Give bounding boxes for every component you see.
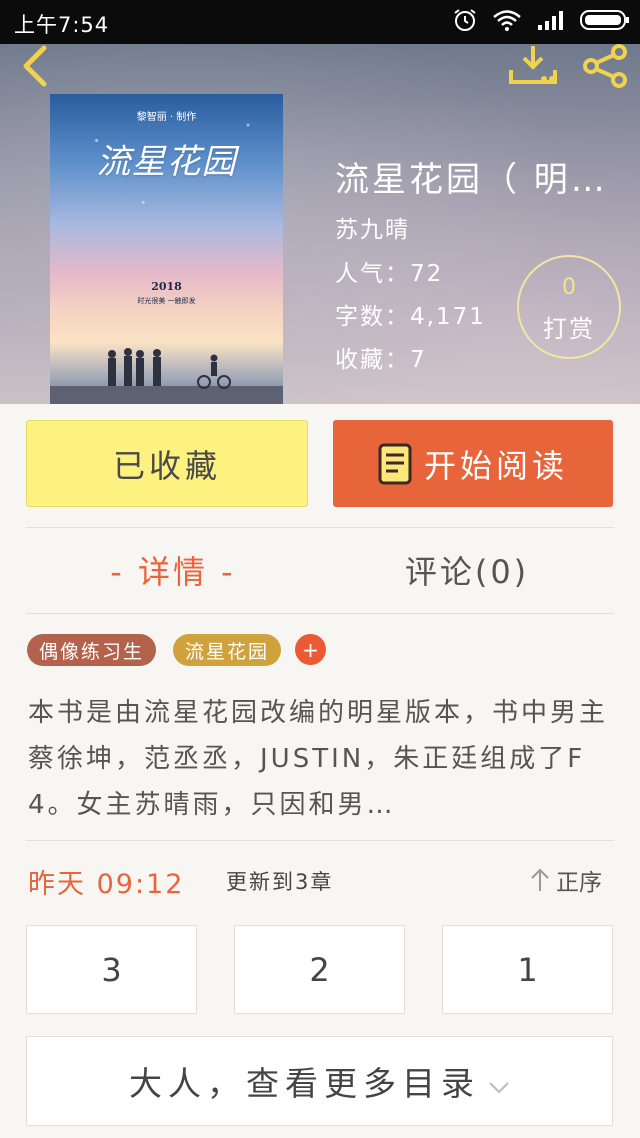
add-tag-button[interactable]: + <box>295 634 326 665</box>
book-icon <box>378 443 412 484</box>
tab-comments[interactable]: 评论(0) <box>320 540 614 600</box>
share-icon <box>583 44 627 88</box>
tab-detail-label: - 详情 - <box>110 553 236 591</box>
cover-tagline: 时光很美 一触即发 <box>137 297 196 305</box>
tab-detail[interactable]: - 详情 - <box>26 540 320 600</box>
back-button[interactable] <box>16 44 56 88</box>
sort-order-button[interactable]: 正序 <box>530 862 602 898</box>
start-reading-button[interactable]: 开始阅读 <box>333 420 613 507</box>
divider <box>26 613 614 614</box>
alarm-icon <box>452 7 478 37</box>
tip-count: 0 <box>562 275 576 300</box>
tip-button[interactable]: 0 打赏 <box>517 255 621 359</box>
start-reading-label: 开始阅读 <box>423 446 568 485</box>
book-header: 黎智丽 · 制作 流星花园 2018 时光很美 一触即发 流星花园（ 明… 苏九… <box>0 44 640 404</box>
tag-item[interactable]: 流星花园 <box>173 634 282 666</box>
tab-comments-label: 评论(0) <box>404 553 530 591</box>
collected-label: 已收藏 <box>112 446 221 485</box>
wifi-icon <box>492 8 522 36</box>
battery-icon <box>580 9 630 35</box>
chevron-left-icon <box>23 45 47 87</box>
cover-subtitle: 黎智丽 · 制作 <box>136 112 197 123</box>
book-author[interactable]: 苏九晴 <box>335 210 410 244</box>
cover-silhouettes <box>50 348 283 404</box>
status-time: 上午7:54 <box>14 13 110 37</box>
tag-item[interactable]: 偶像练习生 <box>27 634 157 666</box>
book-description[interactable]: 本书是由流星花园改编的明星版本，书中男主蔡徐坤，范丞丞，JUSTIN，朱正廷组成… <box>28 690 608 828</box>
divider <box>26 840 614 841</box>
update-time: 昨天 09:12 <box>28 869 185 900</box>
signal-icon <box>536 9 566 35</box>
more-catalog-label: 大人，查看更多目录 <box>129 1064 480 1103</box>
tip-label: 打赏 <box>543 315 595 343</box>
download-icon <box>509 46 557 84</box>
popularity-stat: 人气：72 <box>335 261 444 287</box>
chapter-item[interactable]: 2 <box>234 925 405 1014</box>
chapter-item[interactable]: 1 <box>442 925 613 1014</box>
more-catalog-button[interactable]: 大人，查看更多目录 <box>26 1036 613 1126</box>
sort-order-label: 正序 <box>556 870 602 896</box>
arrow-up-icon <box>531 868 549 891</box>
share-button[interactable] <box>578 44 632 88</box>
chapter-item[interactable]: 3 <box>26 925 197 1014</box>
status-bar: 上午7:54 <box>0 0 640 44</box>
update-text: 更新到3章 <box>226 870 334 894</box>
divider <box>26 527 614 528</box>
cover-title: 流星花园 <box>96 142 237 182</box>
collected-button[interactable]: 已收藏 <box>26 420 308 507</box>
chevron-down-icon <box>489 1082 509 1094</box>
book-cover[interactable]: 黎智丽 · 制作 流星花园 2018 时光很美 一触即发 <box>50 94 283 404</box>
cover-year: 2018 <box>151 280 182 293</box>
word-count-stat: 字数：4,171 <box>335 304 486 330</box>
book-title: 流星花园（ 明… <box>335 160 608 200</box>
favorites-stat: 收藏：7 <box>335 347 427 373</box>
plus-icon: + <box>302 637 319 662</box>
download-button[interactable] <box>508 44 558 88</box>
